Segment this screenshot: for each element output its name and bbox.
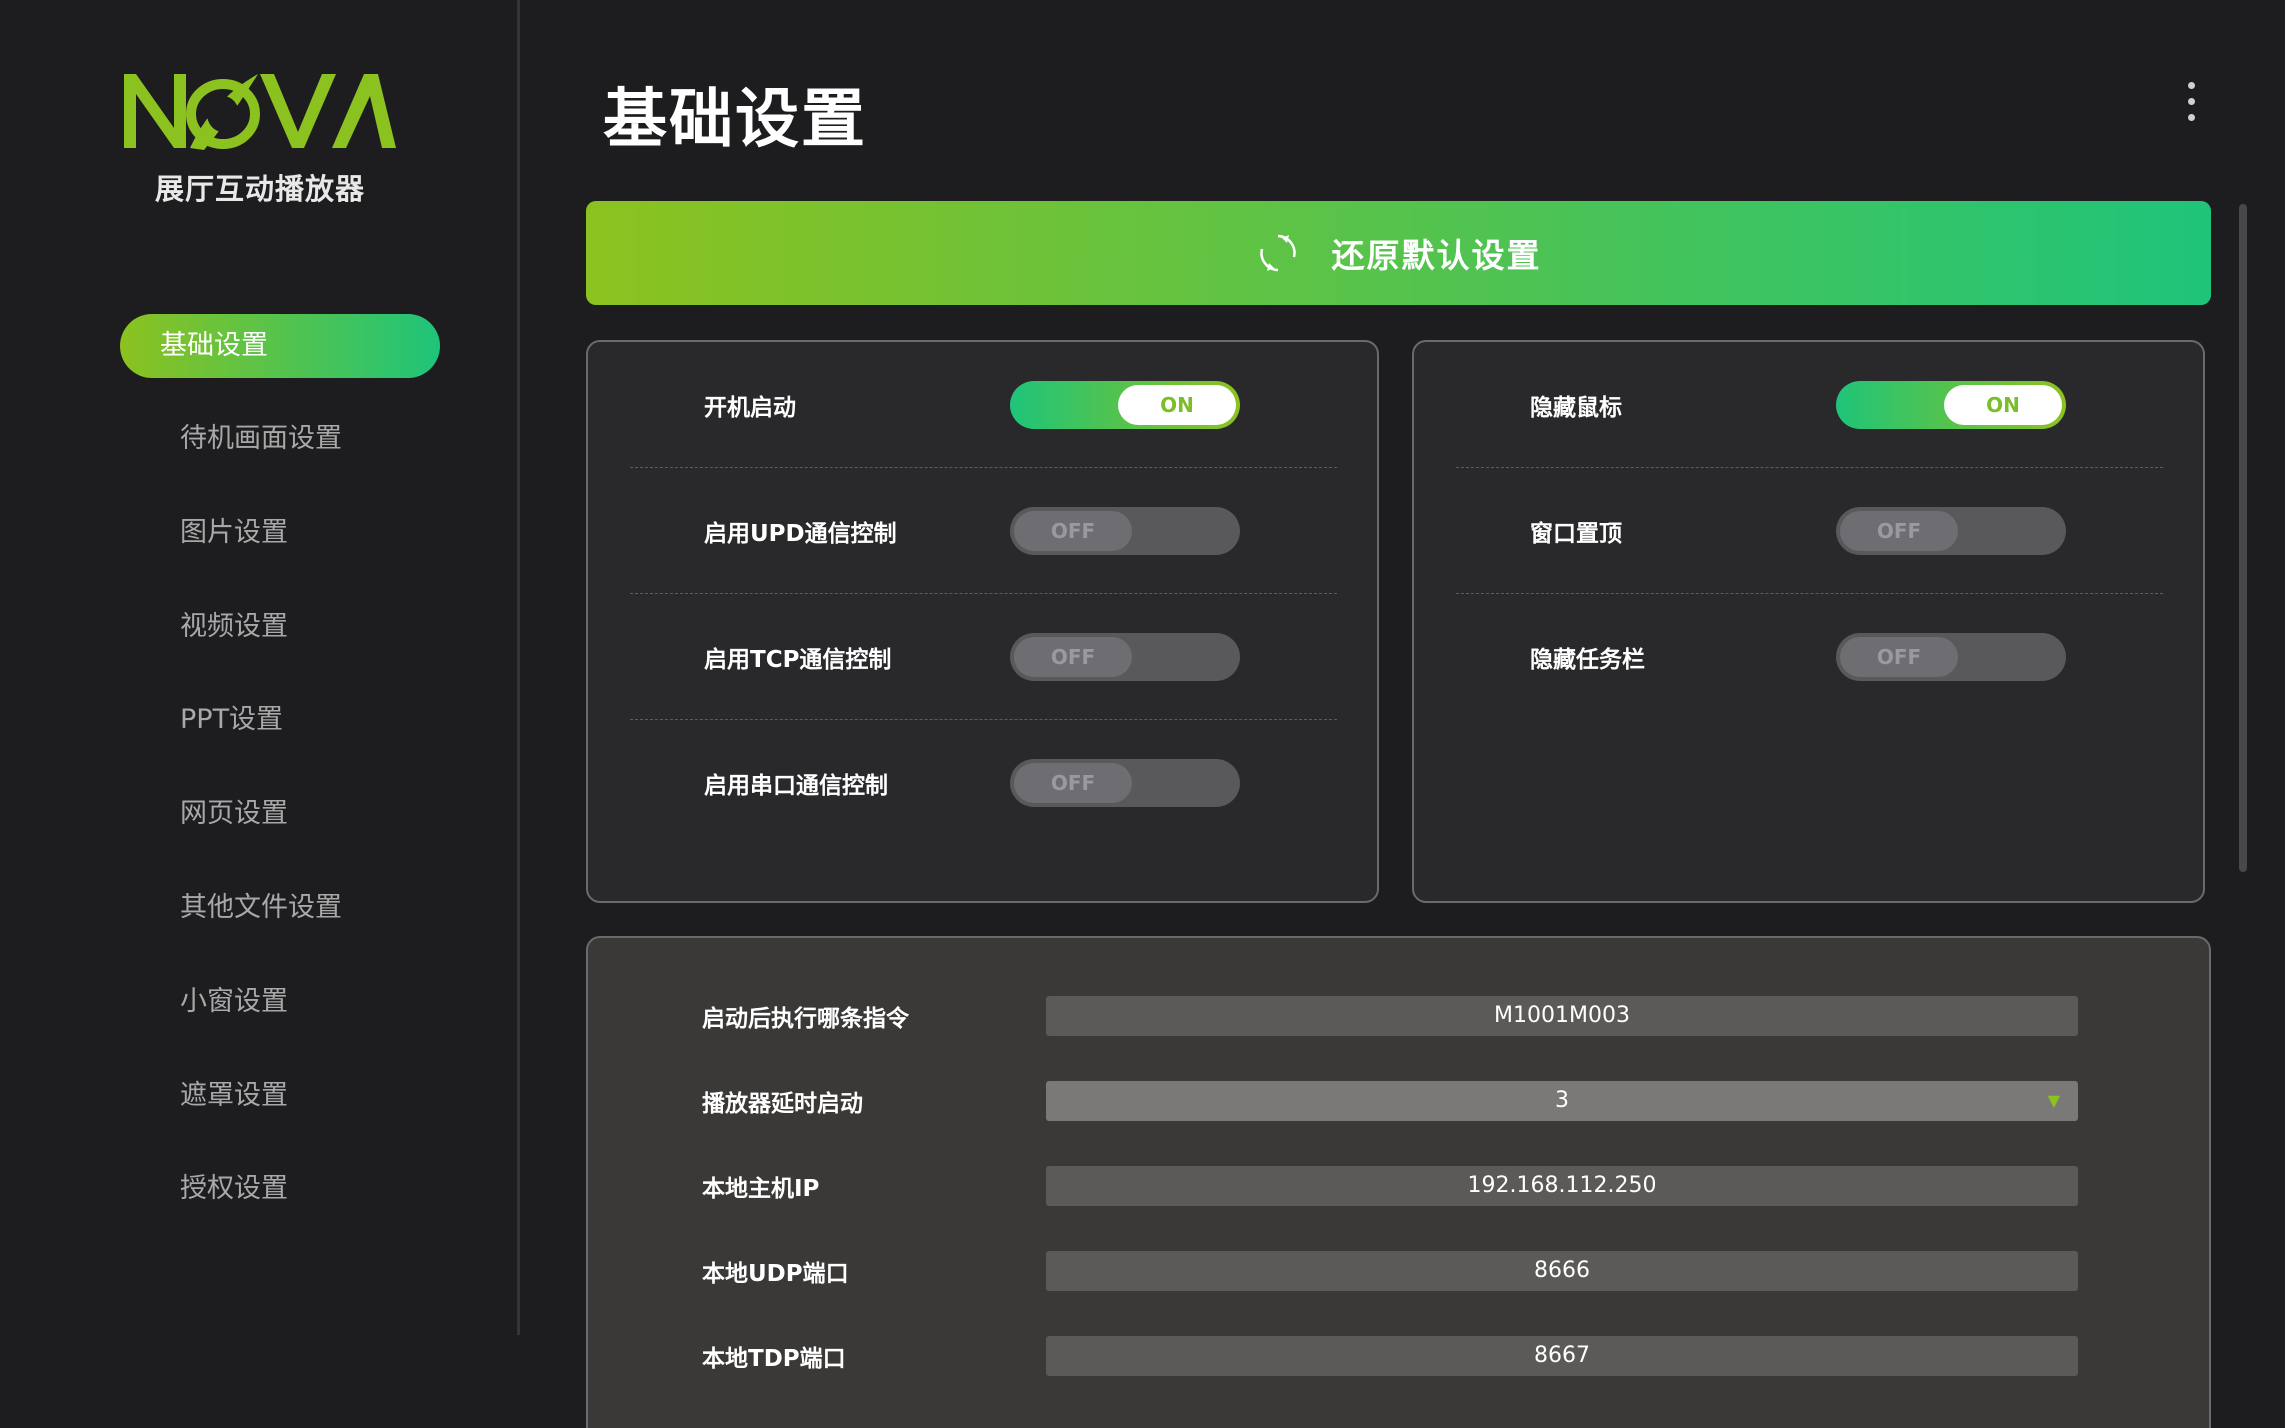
toggle-row: 启用串口通信控制 OFF	[630, 720, 1337, 846]
sidebar-item-image-settings[interactable]: 图片设置	[120, 501, 440, 565]
startup-delay-select[interactable]: 3 ▼	[1046, 1081, 2078, 1121]
udp-port-input[interactable]	[1046, 1251, 2078, 1291]
hide-taskbar-toggle[interactable]: OFF	[1836, 633, 2066, 681]
sidebar-item-webpage-settings[interactable]: 网页设置	[120, 782, 440, 846]
field-label: 本地TDP端口	[702, 1346, 846, 1372]
toggle-label: 隐藏任务栏	[1530, 647, 1645, 673]
toggle-label: 隐藏鼠标	[1530, 395, 1622, 421]
field-row: 本地主机IP	[588, 1166, 2213, 1206]
nova-logo	[124, 74, 396, 150]
toggle-state: OFF	[1840, 637, 1958, 677]
sidebar-item-license-settings[interactable]: 授权设置	[120, 1157, 440, 1221]
field-label: 播放器延时启动	[702, 1091, 863, 1117]
tcp-control-toggle[interactable]: OFF	[1010, 633, 1240, 681]
vertical-scrollbar[interactable]	[2239, 204, 2247, 872]
dropdown-arrow-icon: ▼	[2047, 1091, 2060, 1110]
toggle-state: ON	[1944, 385, 2062, 425]
sidebar: 展厅互动播放器 基础设置 待机画面设置 图片设置 视频设置 PPT设置 网页设置…	[0, 0, 518, 1428]
always-on-top-toggle[interactable]: OFF	[1836, 507, 2066, 555]
field-row: 本地UDP端口	[588, 1251, 2213, 1291]
toggle-row: 开机启动 ON	[630, 342, 1337, 468]
serial-control-toggle[interactable]: OFF	[1010, 759, 1240, 807]
field-row: 本地TDP端口	[588, 1336, 2213, 1376]
toggle-label: 启用串口通信控制	[704, 773, 888, 799]
sidebar-item-standby-screen-settings[interactable]: 待机画面设置	[120, 407, 440, 471]
toggle-state: OFF	[1840, 511, 1958, 551]
toggle-row: 启用TCP通信控制 OFF	[630, 594, 1337, 720]
toggle-row: 启用UPD通信控制 OFF	[630, 468, 1337, 594]
sidebar-item-small-window-settings[interactable]: 小窗设置	[120, 970, 440, 1034]
page-title: 基础设置	[603, 83, 867, 157]
field-row: 启动后执行哪条指令	[588, 996, 2213, 1036]
network-settings-panel: 启动后执行哪条指令 播放器延时启动 3 ▼ 本地主机IP 本地UDP端口 本地T…	[586, 936, 2211, 1428]
refresh-icon	[1259, 234, 1296, 272]
sidebar-item-video-settings[interactable]: 视频设置	[120, 595, 440, 659]
toggle-state: OFF	[1014, 637, 1132, 677]
toggle-state: OFF	[1014, 511, 1132, 551]
toggle-state: ON	[1118, 385, 1236, 425]
autostart-toggle[interactable]: ON	[1010, 381, 1240, 429]
startup-command-input[interactable]	[1046, 996, 2078, 1036]
field-label: 本地UDP端口	[702, 1261, 849, 1287]
more-vertical-icon[interactable]	[2176, 76, 2206, 128]
reset-defaults-label: 还原默认设置	[1331, 236, 1542, 275]
toggle-label: 开机启动	[704, 395, 796, 421]
field-label: 启动后执行哪条指令	[702, 1006, 909, 1032]
toggle-state: OFF	[1014, 763, 1132, 803]
sidebar-item-basic-settings[interactable]: 基础设置	[120, 314, 440, 378]
hide-cursor-toggle[interactable]: ON	[1836, 381, 2066, 429]
field-label: 本地主机IP	[702, 1176, 820, 1202]
toggle-row: 窗口置顶 OFF	[1456, 468, 2163, 594]
sidebar-divider	[517, 0, 520, 1335]
reset-defaults-button[interactable]: 还原默认设置	[586, 201, 2211, 305]
sidebar-item-mask-settings[interactable]: 遮罩设置	[120, 1064, 440, 1128]
startup-control-panel: 开机启动 ON 启用UPD通信控制 OFF 启用TCP通信控制 OFF 启用串口…	[586, 340, 1379, 903]
field-row: 播放器延时启动 3 ▼	[588, 1081, 2213, 1121]
sidebar-item-other-file-settings[interactable]: 其他文件设置	[120, 876, 440, 940]
window-behavior-panel: 隐藏鼠标 ON 窗口置顶 OFF 隐藏任务栏 OFF	[1412, 340, 2205, 903]
app-window: 展厅互动播放器 基础设置 待机画面设置 图片设置 视频设置 PPT设置 网页设置…	[0, 0, 2285, 1428]
app-name: 展厅互动播放器	[154, 172, 365, 206]
toggle-row: 隐藏任务栏 OFF	[1456, 594, 2163, 720]
toggle-row: 隐藏鼠标 ON	[1456, 342, 2163, 468]
select-value: 3	[1555, 1088, 1569, 1113]
toggle-label: 窗口置顶	[1530, 521, 1622, 547]
sidebar-item-ppt-settings[interactable]: PPT设置	[120, 688, 440, 752]
local-ip-input[interactable]	[1046, 1166, 2078, 1206]
toggle-label: 启用TCP通信控制	[704, 647, 892, 673]
tdp-port-input[interactable]	[1046, 1336, 2078, 1376]
udp-control-toggle[interactable]: OFF	[1010, 507, 1240, 555]
toggle-label: 启用UPD通信控制	[704, 521, 897, 547]
